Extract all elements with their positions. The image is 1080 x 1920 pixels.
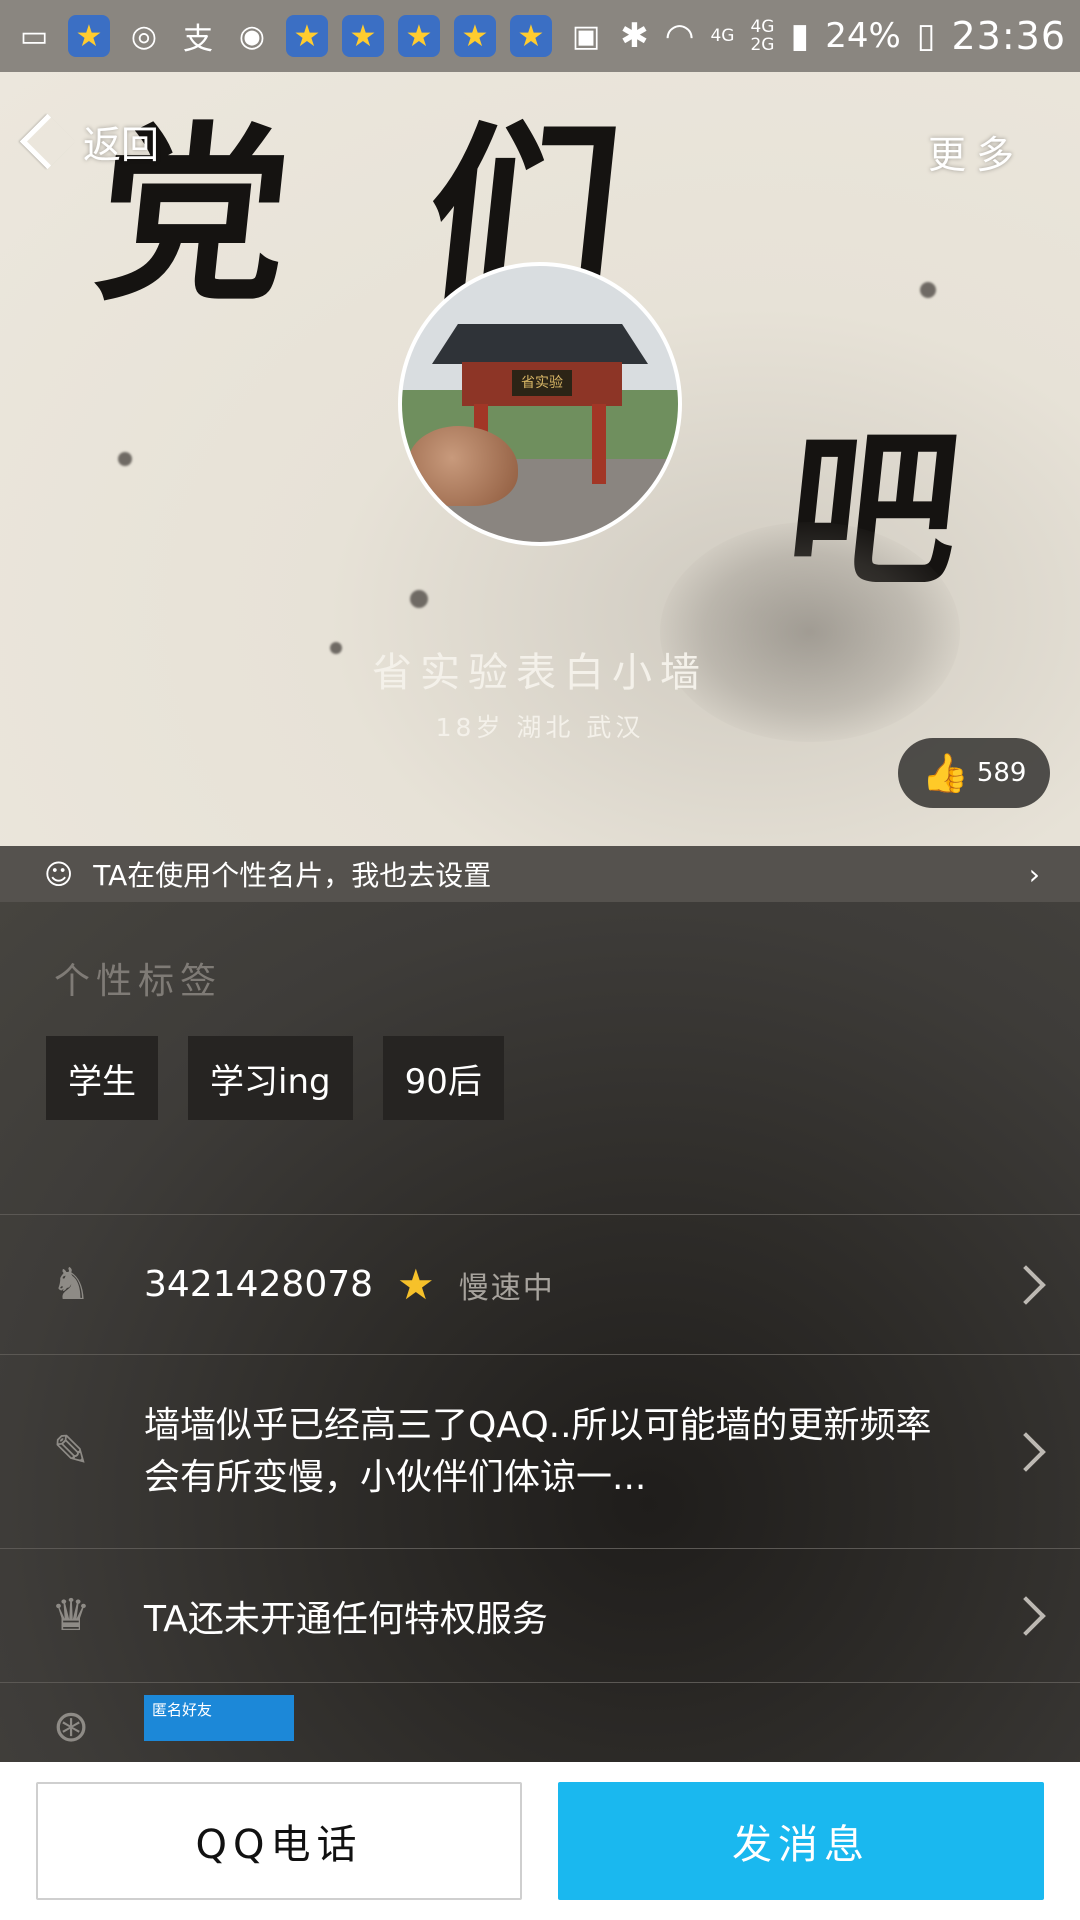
qq-call-button[interactable]: QQ电话: [36, 1782, 522, 1900]
chevron-right-icon: [1006, 1431, 1046, 1472]
image-icon: ▣: [571, 18, 601, 54]
profile-meta: 18岁 湖北 武汉: [435, 713, 645, 742]
signature-row[interactable]: ✎ 墙墙似乎已经高三了QAQ..所以可能墙的更新频率会有所变慢，小伙伴们体谅一.…: [0, 1354, 1080, 1548]
qq-status: 慢速中: [458, 1270, 555, 1306]
sync-icon: ◉: [238, 18, 266, 54]
network-4g: 4G: [710, 26, 735, 46]
custom-card-text: TA在使用个性名片，我也去设置: [93, 859, 492, 892]
star-notification-icon: ★: [342, 15, 384, 57]
status-bar: ▭ ★ ◎ 支 ◉ ★ ★ ★ ★ ★ ▣ ✱ ◠ 4G 4G 2G ▮ 24%…: [0, 0, 1080, 72]
chevron-right-icon: [1006, 1264, 1046, 1305]
tag-list: 学生 学习ing 90后: [46, 1036, 504, 1120]
chevron-left-icon: [19, 113, 76, 170]
message-icon: ▭: [19, 18, 49, 54]
gate-rock: [408, 426, 518, 506]
tag-item[interactable]: 90后: [382, 1036, 504, 1120]
ink-dot: [118, 452, 132, 466]
star-notification-icon: ★: [398, 15, 440, 57]
anonymous-friend-thumb: 匿名好友: [144, 1695, 294, 1741]
ink-dot: [410, 590, 428, 608]
ink-dot: [920, 282, 936, 298]
pencil-icon: ✎: [52, 1426, 90, 1477]
like-count: 589: [976, 758, 1027, 788]
gate-pillar: [592, 404, 606, 484]
star-notification-icon: ★: [286, 15, 328, 57]
gate-roof: [432, 324, 648, 364]
custom-card-banner[interactable]: ☺ TA在使用个性名片，我也去设置 ›: [0, 846, 1080, 902]
calligraphy-line-1: 党们: [86, 104, 771, 327]
profile-screen: ▭ ★ ◎ 支 ◉ ★ ★ ★ ★ ★ ▣ ✱ ◠ 4G 4G 2G ▮ 24%…: [0, 0, 1080, 1920]
privilege-row[interactable]: ♛ TA还未开通任何特权服务: [0, 1548, 1080, 1682]
network-dual: 4G 2G: [750, 17, 775, 55]
star-notification-icon: ★: [68, 15, 110, 57]
chevron-right-icon: [1006, 1595, 1046, 1636]
tag-item[interactable]: 学习ing: [188, 1036, 353, 1120]
profile-details: 个性标签 学生 学习ing 90后 ♞ 3421428078 ★ 慢速中 ✎ 墙…: [0, 902, 1080, 1762]
profile-cover: 党们 吧 返回 更多 省实验 省实验表白小墙 18岁 湖北 武汉 👍 589: [0, 72, 1080, 846]
battery-icon: ▯: [916, 16, 936, 56]
friend-icon: ⊛: [52, 1700, 90, 1752]
star-notification-icon: ★: [454, 15, 496, 57]
friend-row[interactable]: ⊛ 匿名好友: [0, 1682, 1080, 1762]
notification-icons: ▭ ★ ◎ 支 ◉ ★ ★ ★ ★ ★ ▣: [14, 15, 606, 57]
chevron-right-icon: ›: [1028, 857, 1040, 891]
qq-number-row[interactable]: ♞ 3421428078 ★ 慢速中: [0, 1214, 1080, 1354]
gate-plaque: 省实验: [512, 370, 572, 396]
alipay-icon: 支: [183, 22, 213, 57]
back-button[interactable]: 返回: [19, 113, 160, 170]
star-level-icon: ★: [397, 1260, 435, 1309]
profile-name: 省实验表白小墙: [372, 650, 708, 696]
penguin-icon: ♞: [51, 1259, 91, 1310]
privilege-text: TA还未开通任何特权服务: [144, 1598, 548, 1640]
action-bar: QQ电话 发消息: [0, 1762, 1080, 1920]
star-notification-icon: ★: [510, 15, 552, 57]
weibo-icon: ◎: [130, 18, 158, 54]
thumbs-up-icon: 👍: [921, 750, 969, 795]
avatar[interactable]: 省实验: [398, 262, 682, 546]
tag-item[interactable]: 学生: [46, 1036, 158, 1120]
crown-icon: ♛: [51, 1590, 91, 1641]
signature-text: 墙墙似乎已经高三了QAQ..所以可能墙的更新频率会有所变慢，小伙伴们体谅一...: [144, 1404, 932, 1498]
back-label: 返回: [83, 123, 160, 167]
send-message-button[interactable]: 发消息: [558, 1782, 1044, 1900]
wifi-icon: ◠: [664, 16, 695, 56]
signal-icon: ▮: [790, 16, 810, 56]
tags-title: 个性标签: [54, 961, 223, 1002]
like-button[interactable]: 👍 589: [898, 738, 1050, 808]
battery-percent: 24%: [825, 16, 901, 56]
clock: 23:36: [951, 14, 1066, 58]
more-button[interactable]: 更多: [928, 124, 1024, 179]
system-icons: ✱ ◠ 4G 4G 2G ▮ 24% ▯ 23:36: [620, 14, 1066, 58]
bluetooth-icon: ✱: [620, 16, 649, 56]
card-icon: ☺: [44, 857, 74, 891]
qq-number: 3421428078: [144, 1264, 374, 1305]
